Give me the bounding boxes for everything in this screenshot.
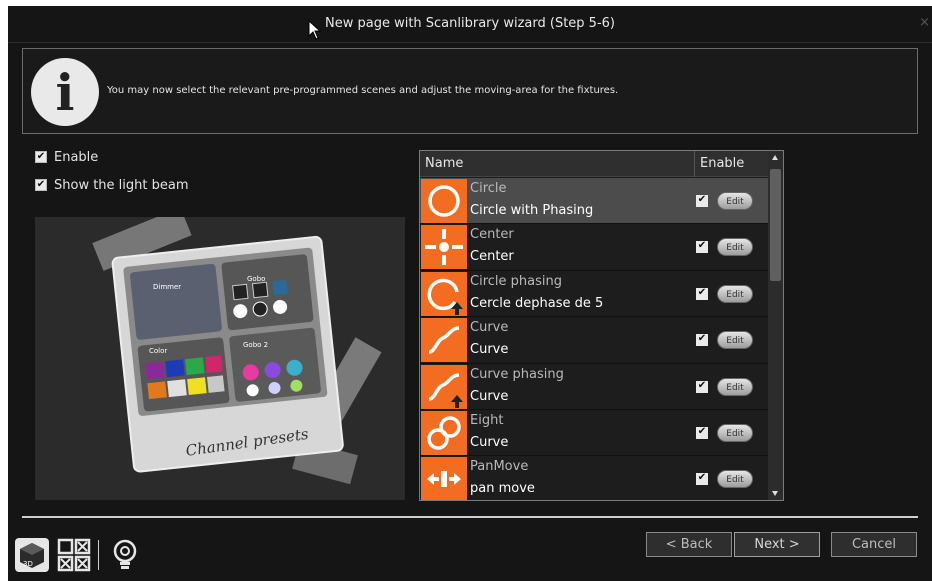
table-header: Name Enable <box>420 151 769 177</box>
row-name: Curve phasing <box>470 366 564 382</box>
svg-text:3D: 3D <box>23 560 33 568</box>
edit-button[interactable]: Edit <box>717 284 753 303</box>
info-message: You may now select the relevant pre-prog… <box>107 85 619 96</box>
circle-icon <box>421 179 467 223</box>
edit-button[interactable]: Edit <box>717 331 753 350</box>
row-enable-checkbox[interactable]: ✔ <box>696 380 708 393</box>
row-name: Circle phasing <box>470 273 562 289</box>
edit-button[interactable]: Edit <box>717 192 753 210</box>
close-icon[interactable]: × <box>919 15 930 31</box>
edit-button[interactable]: Edit <box>717 238 753 257</box>
row-description: Cercle dephase de 5 <box>470 295 604 311</box>
preview-label-gobo: Gobo <box>247 275 265 283</box>
row-name: Circle <box>470 181 507 196</box>
edit-button[interactable]: Edit <box>717 377 753 396</box>
table-row[interactable]: Circle Circle with Phasing ✔ Edit <box>420 178 769 225</box>
row-name: Eight <box>470 412 504 428</box>
info-panel: i You may now select the relevant pre-pr… <box>22 48 918 134</box>
bottom-toolbar: 3D <box>14 535 149 575</box>
enable-label: Enable <box>54 149 99 165</box>
column-enable-header[interactable]: Enable <box>694 151 769 177</box>
toolbar-divider <box>98 540 99 570</box>
table-row[interactable]: Curve Curve ✔ Edit <box>420 317 769 364</box>
show-beam-checkbox[interactable]: ✔ <box>35 179 47 191</box>
info-icon-letter: i <box>55 63 75 122</box>
cancel-button[interactable]: Cancel <box>831 532 917 557</box>
info-icon: i <box>31 58 99 126</box>
row-enable-checkbox[interactable]: ✔ <box>696 473 708 486</box>
table-row[interactable]: Circle phasing Cercle dephase de 5 ✔ Edi… <box>420 270 769 318</box>
show-beam-label: Show the light beam <box>54 177 189 193</box>
column-name-header[interactable]: Name <box>425 156 463 171</box>
row-enable-checkbox[interactable]: ✔ <box>696 241 708 254</box>
edit-button[interactable]: Edit <box>717 470 753 489</box>
row-enable-checkbox[interactable]: ✔ <box>696 287 708 300</box>
row-description: Center <box>470 249 514 265</box>
enable-checkbox-row[interactable]: ✔ Enable <box>35 149 98 165</box>
channel-presets-preview: Channel presets Dimmer Gobo Color Gobo 2 <box>35 207 405 500</box>
wizard-window: New page with Scanlibrary wizard (Step 5… <box>8 6 932 581</box>
table-row[interactable]: PanMove pan move ✔ Edit <box>420 456 769 500</box>
preview-label-color: Color <box>149 347 167 355</box>
scroll-thumb[interactable] <box>770 169 781 281</box>
enable-checkbox[interactable]: ✔ <box>35 151 47 163</box>
row-enable-checkbox[interactable]: ✔ <box>696 426 708 439</box>
window-title: New page with Scanlibrary wizard (Step 5… <box>324 16 615 31</box>
row-name: PanMove <box>470 459 529 475</box>
title-bar: New page with Scanlibrary wizard (Step 5… <box>8 6 932 42</box>
next-button[interactable]: Next > <box>734 532 820 557</box>
show-beam-checkbox-row[interactable]: ✔ Show the light beam <box>35 177 189 193</box>
curve-icon <box>421 318 467 363</box>
center-icon <box>421 225 467 270</box>
preview-label-dimmer: Dimmer <box>153 283 181 291</box>
row-name: Curve <box>470 320 509 336</box>
eight-icon <box>421 410 467 455</box>
table-scrollbar[interactable] <box>768 151 783 500</box>
presets-table[interactable]: Name Enable Circle Circle with Phasing ✔… <box>419 150 784 501</box>
channel-presets-image: Channel presets Dimmer Gobo Color Gobo 2 <box>92 207 382 485</box>
row-name: Center <box>470 227 514 243</box>
circle-phasing-icon <box>421 271 467 316</box>
table-row[interactable]: Curve phasing Curve ✔ Edit <box>420 363 769 410</box>
row-enable-checkbox[interactable]: ✔ <box>696 334 708 347</box>
pan-move-icon <box>421 457 467 500</box>
table-rows: Circle Circle with Phasing ✔ Edit Center… <box>420 178 769 500</box>
title-separator <box>8 42 932 43</box>
row-description: Curve <box>470 388 509 404</box>
back-button[interactable]: < Back <box>646 532 732 557</box>
table-row[interactable]: Center Center ✔ Edit <box>420 224 769 271</box>
edit-button[interactable]: Edit <box>717 423 753 442</box>
3d-view-icon[interactable]: 3D <box>14 537 50 573</box>
row-description: Circle with Phasing <box>470 203 594 218</box>
preview-label-gobo2: Gobo 2 <box>243 341 268 349</box>
table-row[interactable]: Eight Curve ✔ Edit <box>420 409 769 457</box>
scroll-up-icon[interactable] <box>772 155 778 160</box>
footer-separator <box>22 516 918 518</box>
curve-phasing-icon <box>421 364 467 409</box>
scroll-down-icon[interactable] <box>772 491 778 496</box>
row-description: pan move <box>470 481 535 497</box>
row-description: Curve <box>470 434 509 450</box>
light-bulb-icon[interactable] <box>107 537 143 573</box>
mouse-cursor-icon <box>308 20 322 40</box>
grid-view-icon[interactable] <box>56 537 92 573</box>
row-description: Curve <box>470 342 509 358</box>
row-enable-checkbox[interactable]: ✔ <box>696 195 708 207</box>
